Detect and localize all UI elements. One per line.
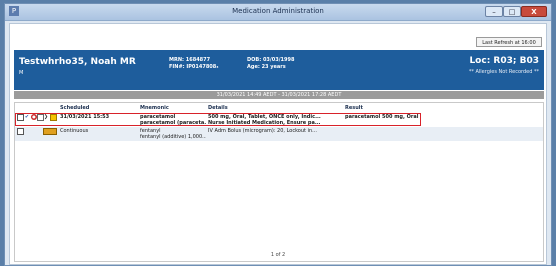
checkbox-icon[interactable] (17, 128, 24, 135)
table-row[interactable]: Continuous fentanyl fentanyl (additive) … (15, 127, 543, 141)
patient-age: Age: 23 years (247, 64, 286, 70)
calendar-icon[interactable] (50, 114, 57, 121)
patient-location: Loc: R03; B03 (469, 56, 539, 66)
medication-grid: Scheduled Mnemonic Details Result ✔ ● ❯ … (14, 102, 544, 262)
cell-details-sub: Nurse Initiated Medication, Ensure pa... (208, 120, 321, 126)
tag-icon: ❯ (43, 114, 49, 120)
pump-icon (43, 128, 57, 135)
cell-mnemonic-sub: paracetamol (paraceta... (140, 120, 206, 126)
allergy-status: ** Allergies Not Recorded ** (468, 69, 539, 75)
cell-details: IV Adm Bolus (microgram): 20, Lockout in… (208, 128, 317, 134)
title-bar: P Medication Administration – □ X (5, 4, 551, 21)
column-header-mnemonic[interactable]: Mnemonic (140, 105, 169, 111)
minimize-button[interactable]: – (485, 6, 503, 17)
date-range-bar: 31/03/2021 14:49 AEDT - 31/03/2021 17:28… (14, 91, 544, 99)
column-header-details[interactable]: Details (208, 105, 228, 111)
maximize-button[interactable]: □ (503, 6, 521, 17)
column-header-result[interactable]: Result (345, 105, 363, 111)
checkmark-icon: ✔ (24, 114, 30, 120)
cell-mnemonic-sub: fentanyl (additive) 1,000... (140, 134, 206, 140)
column-header-scheduled[interactable]: Scheduled (60, 105, 89, 111)
patient-demographics: DOB: 03/03/1998 Age: 23 years (247, 57, 294, 71)
close-button[interactable]: X (521, 6, 547, 17)
last-refresh-button[interactable]: Last Refresh at 16:00 AEST (476, 37, 542, 56)
cell-result: paracetamol 500 mg, Oral (345, 114, 419, 120)
checkbox-icon[interactable] (17, 114, 24, 121)
patient-dob: DOB: 03/03/1998 (247, 57, 295, 63)
cell-scheduled: Continuous (60, 128, 89, 134)
patient-mrn: MRN: 1684877 (169, 57, 211, 63)
patient-fin: FIN#: IP0147808₃ (169, 64, 219, 70)
cell-scheduled: 31/03/2021 15:53 (60, 114, 110, 120)
patient-ids: MRN: 1684877 FIN#: IP0147808₃ (169, 57, 218, 71)
table-row[interactable]: ✔ ● ❯ 31/03/2021 15:53 paracetamol parac… (15, 113, 543, 127)
patient-banner: Testwhrho35, Noah MR M MRN: 1684877 FIN#… (14, 50, 544, 90)
page-indicator: 1 of 2 (270, 252, 286, 258)
content-area: Last Refresh at 16:00 AEST Testwhrho35, … (9, 23, 547, 265)
medication-administration-window: P Medication Administration – □ X Last R… (4, 3, 552, 266)
patient-sex: M (19, 70, 24, 76)
grid-header: Scheduled Mnemonic Details Result (15, 105, 543, 113)
patient-name: Testwhrho35, Noah MR (19, 57, 136, 67)
window-title: Medication Administration (232, 7, 324, 15)
